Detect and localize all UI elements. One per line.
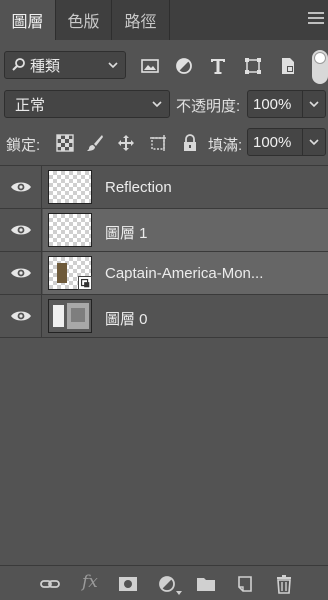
smart-object-badge-icon <box>78 276 92 290</box>
image-filter-icon[interactable] <box>140 56 160 76</box>
filter-toggle-switch[interactable] <box>312 50 328 84</box>
opacity-input[interactable]: 100% <box>247 90 303 118</box>
opacity-dropdown-button[interactable] <box>302 90 326 118</box>
layer-name: Captain-America-Mon... <box>105 265 264 282</box>
chevron-down-icon <box>152 101 162 108</box>
adjustment-filter-icon[interactable] <box>174 56 194 76</box>
caret-down-icon <box>176 591 182 595</box>
panel-tab-bar: 圖層 色版 路徑 <box>0 0 328 40</box>
layer-style-fx-button[interactable]: fx <box>82 572 98 592</box>
visibility-toggle[interactable] <box>0 295 42 337</box>
layer-thumbnail <box>48 256 92 290</box>
blend-mode-label: 正常 <box>15 96 46 114</box>
adjustment-layer-icon[interactable] <box>157 574 177 594</box>
tab-channels[interactable]: 色版 <box>56 0 112 40</box>
lock-pixels-brush-icon[interactable] <box>86 134 104 152</box>
blend-mode-select[interactable]: 正常 <box>4 90 170 118</box>
layer-filter-row: 種類 <box>0 48 328 84</box>
visibility-toggle[interactable] <box>0 209 42 251</box>
eye-icon <box>11 268 31 278</box>
smart-object-filter-icon[interactable] <box>278 56 298 76</box>
fill-label: 填滿: <box>208 137 243 154</box>
layer-thumbnail <box>48 170 92 204</box>
lock-transparency-icon[interactable] <box>56 134 74 152</box>
layer-row[interactable]: 圖層 1 <box>0 209 328 252</box>
visibility-toggle[interactable] <box>0 166 42 208</box>
tab-layers[interactable]: 圖層 <box>0 0 56 40</box>
layer-thumbnail <box>48 299 92 333</box>
layer-row[interactable]: Captain-America-Mon... <box>0 252 328 295</box>
link-layers-icon[interactable] <box>40 574 60 594</box>
lock-row: 鎖定: 填滿: 100% <box>0 128 328 158</box>
filter-kind-label: 種類 <box>30 57 61 75</box>
trash-icon[interactable] <box>274 574 294 594</box>
visibility-toggle[interactable] <box>0 252 42 294</box>
layer-name: 圖層 1 <box>105 225 148 242</box>
chevron-down-icon <box>108 62 118 69</box>
opacity-label: 不透明度: <box>176 98 241 115</box>
chevron-down-icon <box>309 101 319 108</box>
lock-label: 鎖定: <box>6 137 41 154</box>
fill-dropdown-button[interactable] <box>302 128 326 156</box>
layer-name: 圖層 0 <box>105 311 148 328</box>
shape-filter-icon[interactable] <box>243 56 263 76</box>
layers-list: Reflection 圖層 1 Captain-America-Mon... 圖… <box>0 165 328 560</box>
layer-body[interactable]: 圖層 0 <box>43 295 328 337</box>
new-layer-icon[interactable] <box>235 574 255 594</box>
layer-row[interactable]: 圖層 0 <box>0 295 328 338</box>
layer-name: Reflection <box>105 179 172 196</box>
filter-kind-select[interactable]: 種類 <box>4 51 126 79</box>
layer-row[interactable]: Reflection <box>0 166 328 209</box>
lock-all-icon[interactable] <box>181 134 199 152</box>
layer-body[interactable]: Reflection <box>43 166 328 208</box>
blend-row: 正常 不透明度: 100% <box>0 90 328 120</box>
panel-menu-icon[interactable] <box>308 12 324 26</box>
eye-icon <box>11 311 31 321</box>
fill-input[interactable]: 100% <box>247 128 303 156</box>
tab-paths[interactable]: 路徑 <box>112 0 170 40</box>
lock-artboard-icon[interactable] <box>149 134 167 152</box>
lock-position-move-icon[interactable] <box>117 134 135 152</box>
chevron-down-icon <box>309 139 319 146</box>
layer-body[interactable]: 圖層 1 <box>43 209 328 251</box>
new-group-folder-icon[interactable] <box>196 574 216 594</box>
layers-bottom-toolbar: fx <box>0 565 328 600</box>
layer-body[interactable]: Captain-America-Mon... <box>43 252 328 294</box>
eye-icon <box>11 225 31 235</box>
search-icon <box>12 58 25 71</box>
add-mask-icon[interactable] <box>118 574 138 594</box>
layer-thumbnail <box>48 213 92 247</box>
type-filter-icon[interactable] <box>208 56 228 76</box>
eye-icon <box>11 182 31 192</box>
